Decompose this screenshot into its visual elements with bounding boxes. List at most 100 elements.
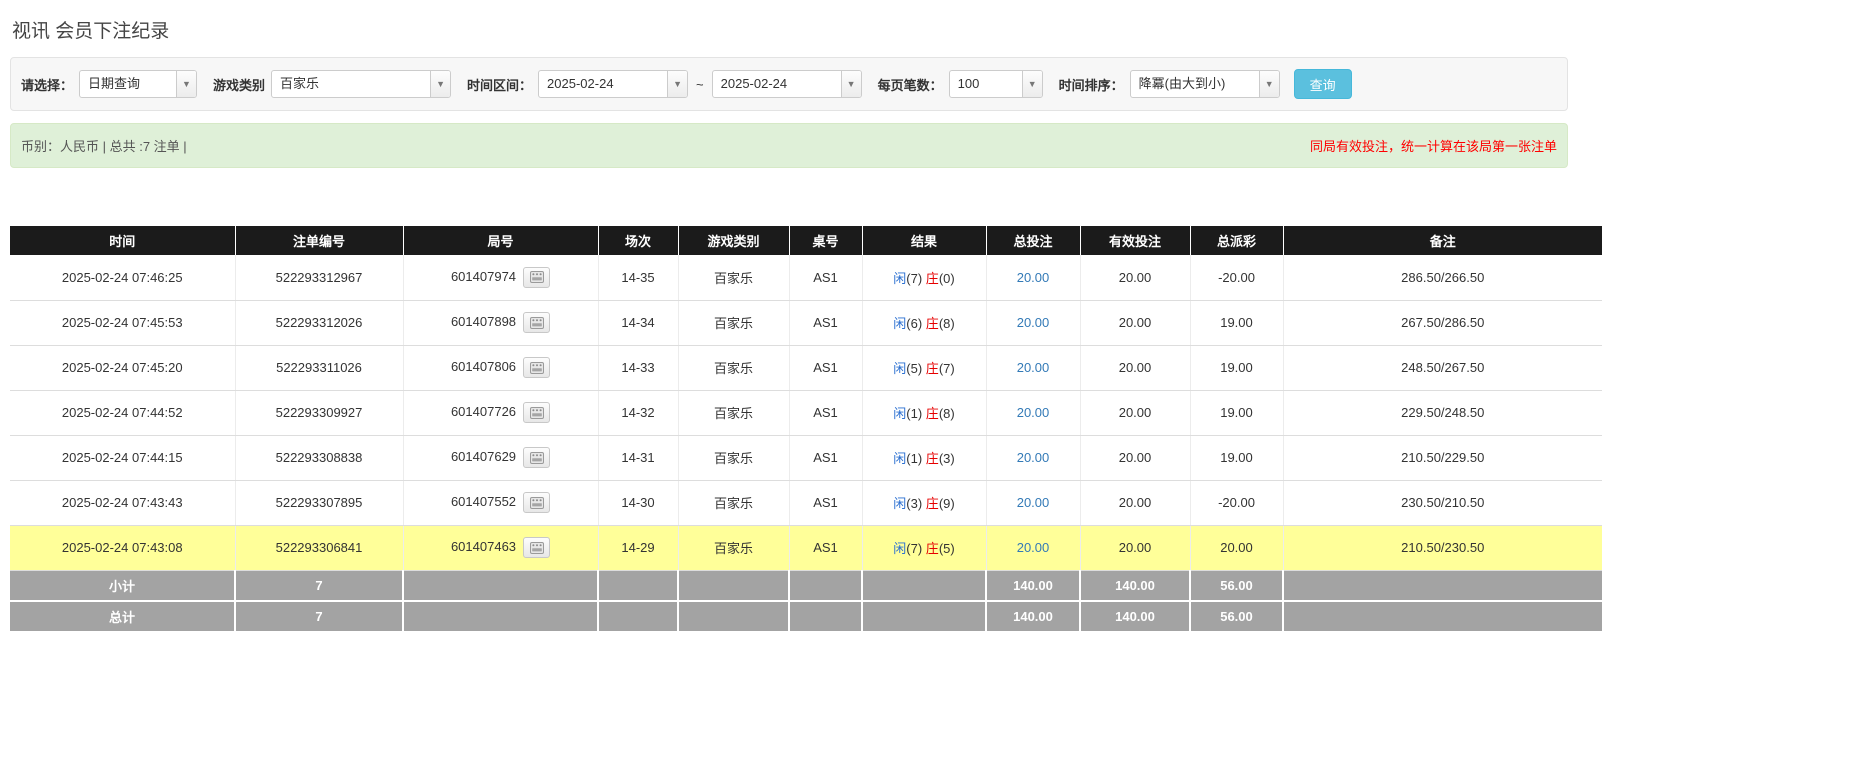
column-header: 结果 — [862, 226, 986, 255]
player-result-score: (5) — [906, 361, 926, 376]
total-bet-cell: 20.00 — [986, 255, 1080, 300]
note-cell: 210.50/230.50 — [1283, 525, 1602, 570]
time-cell: 2025-02-24 07:43:08 — [10, 525, 235, 570]
page-size-value: 100 — [950, 71, 1022, 97]
table-number-cell: AS1 — [789, 255, 862, 300]
banker-result-score: (8) — [939, 406, 955, 421]
total-bet-link[interactable]: 20.00 — [1017, 405, 1050, 420]
total-row-count: 7 — [235, 601, 403, 632]
sort-order-label: 时间排序： — [1059, 75, 1124, 94]
player-result-score: (7) — [906, 541, 926, 556]
round-cell: 601407463 — [403, 525, 598, 570]
column-header: 备注 — [1283, 226, 1602, 255]
sort-order-select[interactable]: 降冪(由大到小) ▼ — [1130, 70, 1280, 98]
note-cell: 267.50/286.50 — [1283, 300, 1602, 345]
round-number: 601407806 — [451, 359, 516, 374]
time-cell: 2025-02-24 07:45:53 — [10, 300, 235, 345]
note-cell: 248.50/267.50 — [1283, 345, 1602, 390]
filter-bar: 请选择： 日期查询 ▼ 游戏类别 百家乐 ▼ 时间区间： 2025-02-24 … — [10, 57, 1568, 111]
banker-result-label: 庄 — [926, 271, 939, 286]
subtotal-row-total-bet: 140.00 — [986, 570, 1080, 601]
session-cell: 14-32 — [598, 390, 678, 435]
table-row: 2025-02-24 07:46:25522293312967601407974… — [10, 255, 1602, 300]
summary-bar: 币别：人民币 | 总共 :7 注单 | 同局有效投注，统一计算在该局第一张注单 — [10, 123, 1568, 168]
total-bet-link[interactable]: 20.00 — [1017, 315, 1050, 330]
column-header: 游戏类别 — [678, 226, 789, 255]
payout-cell: 20.00 — [1190, 525, 1283, 570]
total-bet-link[interactable]: 20.00 — [1017, 540, 1050, 555]
result-cell: 闲(1) 庄(3) — [862, 435, 986, 480]
total-bet-cell: 20.00 — [986, 345, 1080, 390]
game-type-cell: 百家乐 — [678, 345, 789, 390]
sort-order-value: 降冪(由大到小) — [1131, 71, 1259, 97]
video-replay-icon[interactable] — [523, 537, 550, 558]
video-replay-icon[interactable] — [523, 312, 550, 333]
valid-bet-cell: 20.00 — [1080, 435, 1190, 480]
video-replay-icon[interactable] — [523, 492, 550, 513]
query-type-label: 请选择： — [21, 75, 73, 94]
note-cell: 230.50/210.50 — [1283, 480, 1602, 525]
date-from-select[interactable]: 2025-02-24 ▼ — [538, 70, 688, 98]
table-foot: 小计7140.00140.0056.00总计7140.00140.0056.00 — [10, 570, 1602, 632]
total-row: 总计7140.00140.0056.00 — [10, 601, 1602, 632]
time-cell: 2025-02-24 07:46:25 — [10, 255, 235, 300]
summary-notice: 同局有效投注，统一计算在该局第一张注单 — [1310, 136, 1557, 155]
player-result-score: (3) — [906, 496, 926, 511]
subtotal-row-empty — [678, 570, 789, 601]
table-number-cell: AS1 — [789, 480, 862, 525]
chevron-down-icon[interactable]: ▼ — [176, 71, 196, 97]
game-type-select[interactable]: 百家乐 ▼ — [271, 70, 451, 98]
table-number-cell: AS1 — [789, 390, 862, 435]
table-row: 2025-02-24 07:44:15522293308838601407629… — [10, 435, 1602, 480]
page-size-select[interactable]: 100 ▼ — [949, 70, 1043, 98]
total-bet-link[interactable]: 20.00 — [1017, 360, 1050, 375]
page-title: 视讯 会员下注纪录 — [12, 16, 1865, 43]
chevron-down-icon[interactable]: ▼ — [841, 71, 861, 97]
date-to-value: 2025-02-24 — [713, 71, 841, 97]
table-number-cell: AS1 — [789, 525, 862, 570]
player-result-label: 闲 — [893, 361, 906, 376]
column-header: 时间 — [10, 226, 235, 255]
video-replay-icon[interactable] — [523, 447, 550, 468]
chevron-down-icon[interactable]: ▼ — [1259, 71, 1279, 97]
round-cell: 601407898 — [403, 300, 598, 345]
banker-result-label: 庄 — [926, 406, 939, 421]
chevron-down-icon[interactable]: ▼ — [430, 71, 450, 97]
player-result-label: 闲 — [893, 496, 906, 511]
video-replay-icon[interactable] — [523, 267, 550, 288]
video-replay-icon[interactable] — [523, 357, 550, 378]
round-number: 601407726 — [451, 404, 516, 419]
query-type-select[interactable]: 日期查询 ▼ — [79, 70, 197, 98]
subtotal-row-empty — [789, 570, 862, 601]
subtotal-row-count: 7 — [235, 570, 403, 601]
player-result-label: 闲 — [893, 406, 906, 421]
result-cell: 闲(3) 庄(9) — [862, 480, 986, 525]
page: 视讯 会员下注纪录 请选择： 日期查询 ▼ 游戏类别 百家乐 ▼ 时间区间： 2… — [0, 0, 1865, 633]
subtotal-row-payout: 56.00 — [1190, 570, 1283, 601]
player-result-score: (1) — [906, 451, 926, 466]
table-row: 2025-02-24 07:45:20522293311026601407806… — [10, 345, 1602, 390]
table-row: 2025-02-24 07:43:08522293306841601407463… — [10, 525, 1602, 570]
total-bet-link[interactable]: 20.00 — [1017, 495, 1050, 510]
note-cell: 210.50/229.50 — [1283, 435, 1602, 480]
result-cell: 闲(6) 庄(8) — [862, 300, 986, 345]
video-replay-icon[interactable] — [523, 402, 550, 423]
valid-bet-cell: 20.00 — [1080, 255, 1190, 300]
total-row-payout: 56.00 — [1190, 601, 1283, 632]
date-to-select[interactable]: 2025-02-24 ▼ — [712, 70, 862, 98]
column-header: 注单编号 — [235, 226, 403, 255]
total-row-empty — [678, 601, 789, 632]
total-bet-link[interactable]: 20.00 — [1017, 450, 1050, 465]
total-bet-link[interactable]: 20.00 — [1017, 270, 1050, 285]
total-bet-cell: 20.00 — [986, 480, 1080, 525]
search-button[interactable]: 查询 — [1294, 69, 1352, 99]
game-type-value: 百家乐 — [272, 71, 430, 97]
chevron-down-icon[interactable]: ▼ — [1022, 71, 1042, 97]
round-number: 601407552 — [451, 494, 516, 509]
valid-bet-cell: 20.00 — [1080, 525, 1190, 570]
player-result-label: 闲 — [893, 271, 906, 286]
total-row-total-bet: 140.00 — [986, 601, 1080, 632]
bet-id-cell: 522293308838 — [235, 435, 403, 480]
chevron-down-icon[interactable]: ▼ — [667, 71, 687, 97]
game-type-cell: 百家乐 — [678, 390, 789, 435]
